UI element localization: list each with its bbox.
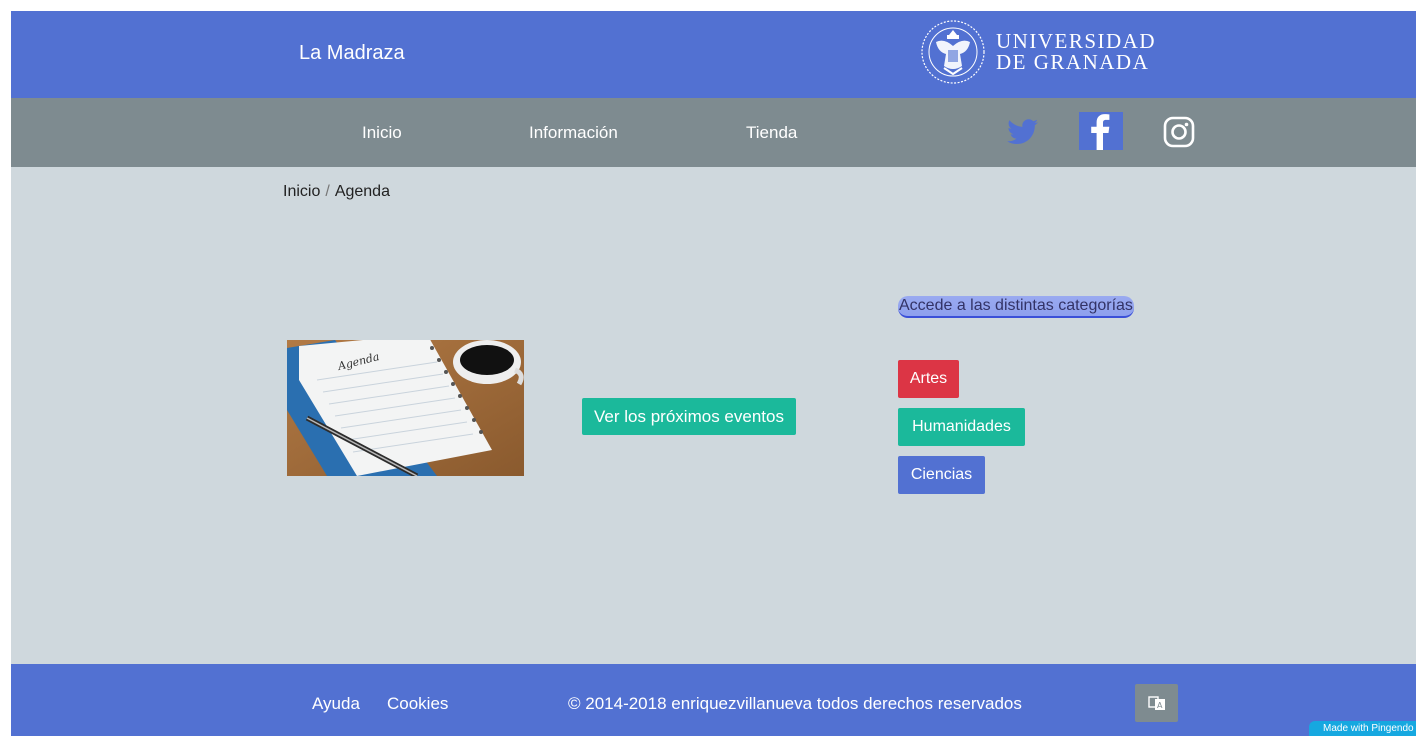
instagram-icon[interactable] [1163,116,1195,148]
main-content: Inicio / Agenda Agenda Ver los próximos … [11,167,1416,664]
university-name-line1: UNIVERSIDAD [996,29,1156,53]
copyright-text: © 2014-2018 enriquezvillanueva todos der… [568,694,1022,713]
upcoming-events-button[interactable]: Ver los próximos eventos [582,398,796,435]
category-humanidades-button[interactable]: Humanidades [898,408,1025,446]
footer-link-ayuda[interactable]: Ayuda [312,694,360,714]
twitter-icon[interactable] [1007,118,1039,146]
breadcrumb-home[interactable]: Inicio [283,183,320,200]
breadcrumb-separator: / [325,183,330,200]
translate-icon: A [1147,696,1165,710]
university-logo[interactable]: UNIVERSIDAD DE GRANADA [920,18,1156,86]
svg-text:A: A [1157,701,1163,710]
language-button[interactable]: A [1135,684,1178,722]
nav-item-tienda[interactable]: Tienda [746,123,797,143]
main-nav: Inicio Información Tienda [11,98,1416,167]
site-footer: Ayuda Cookies © 2014-2018 enriquezvillan… [11,664,1416,736]
university-name-line2: DE GRANADA [996,50,1150,74]
footer-link-cookies[interactable]: Cookies [387,694,448,714]
made-with-badge[interactable]: Made with Pingendo [1309,721,1416,736]
agenda-notebook-image: Agenda [287,340,524,476]
breadcrumb-current: Agenda [334,183,390,200]
university-seal-icon [921,20,985,84]
category-ciencias-button[interactable]: Ciencias [898,456,985,494]
categories-heading: Accede a las distintas categorías [898,296,1134,318]
category-artes-button[interactable]: Artes [898,360,959,398]
site-title[interactable]: La Madraza [299,42,405,65]
breadcrumb: Inicio / Agenda [283,183,390,201]
site-header: La Madraza UNIVERSIDAD DE GRANADA [11,11,1416,98]
nav-item-inicio[interactable]: Inicio [362,123,402,143]
university-name: UNIVERSIDAD DE GRANADA [996,31,1156,73]
nav-item-informacion[interactable]: Información [529,123,618,143]
facebook-icon[interactable] [1079,112,1123,150]
